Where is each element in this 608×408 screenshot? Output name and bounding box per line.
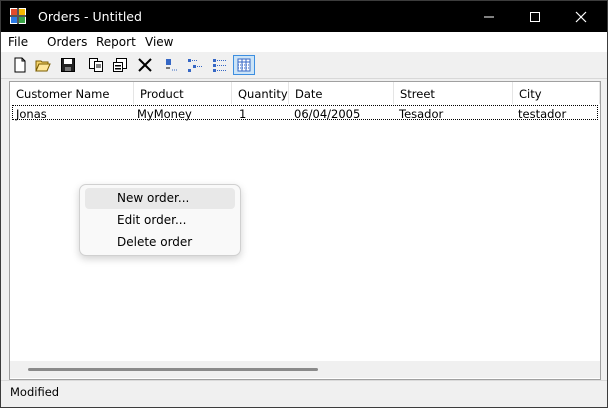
large-icons-button[interactable] — [162, 55, 182, 75]
details-button[interactable] — [233, 55, 255, 75]
close-button[interactable] — [558, 1, 604, 32]
main-window: Orders - Untitled File Orders Report Vie… — [0, 0, 608, 408]
column-product[interactable]: Product — [134, 82, 232, 104]
toolbar — [1, 52, 607, 79]
list-header: Customer Name Product Quantity Date Stre… — [10, 82, 600, 104]
menu-bar: File Orders Report View — [1, 32, 607, 52]
menu-file[interactable]: File — [8, 35, 28, 49]
menu-delete-order[interactable]: Delete order — [85, 232, 235, 253]
details-icon — [237, 58, 251, 72]
title-bar[interactable]: Orders - Untitled — [1, 1, 607, 32]
cell-product: MyMoney — [137, 107, 192, 121]
properties-button[interactable] — [110, 55, 130, 75]
delete-button[interactable] — [135, 55, 155, 75]
menu-view[interactable]: View — [145, 35, 173, 49]
cell-street: Tesador — [399, 107, 444, 121]
maximize-button[interactable] — [512, 1, 558, 32]
context-menu: New order... Edit order... Delete order — [79, 184, 241, 256]
minimize-icon — [484, 16, 494, 17]
small-icons-button[interactable] — [185, 55, 205, 75]
copy-button[interactable] — [86, 55, 106, 75]
column-street[interactable]: Street — [394, 82, 513, 104]
save-button[interactable] — [58, 55, 78, 75]
cell-date: 06/04/2005 — [294, 107, 361, 121]
menu-new-order[interactable]: New order... — [85, 188, 235, 209]
column-customer-name[interactable]: Customer Name — [10, 82, 134, 104]
menu-delete-order-label: Delete order — [117, 235, 193, 249]
new-icon — [14, 57, 26, 73]
column-city[interactable]: City — [513, 82, 600, 104]
minimize-button[interactable] — [466, 1, 512, 32]
status-bar: Modified — [1, 380, 607, 407]
menu-report[interactable]: Report — [96, 35, 136, 49]
column-quantity[interactable]: Quantity — [232, 82, 289, 104]
new-button[interactable] — [10, 55, 30, 75]
cell-city: testador — [518, 107, 567, 121]
window-title: Orders - Untitled — [38, 9, 142, 24]
cell-quantity: 1 — [239, 107, 247, 121]
save-icon — [61, 58, 75, 72]
column-date[interactable]: Date — [289, 82, 394, 104]
small-icons-icon — [188, 59, 202, 72]
list-icon — [213, 59, 227, 72]
open-icon — [35, 60, 51, 72]
close-icon — [575, 11, 587, 22]
menu-new-order-label: New order... — [117, 191, 190, 205]
app-icon — [10, 8, 26, 24]
copy-icon — [89, 58, 103, 72]
list-button[interactable] — [210, 55, 230, 75]
open-button[interactable] — [33, 55, 53, 75]
scrollbar-thumb[interactable] — [28, 368, 318, 371]
menu-orders[interactable]: Orders — [47, 35, 87, 49]
horizontal-scrollbar[interactable] — [10, 361, 600, 378]
status-text: Modified — [10, 385, 60, 399]
cell-customer-name: Jonas — [16, 107, 47, 121]
delete-icon — [138, 58, 152, 72]
large-icons-icon — [166, 59, 178, 71]
menu-edit-order-label: Edit order... — [117, 213, 187, 227]
maximize-icon — [530, 11, 540, 22]
menu-edit-order[interactable]: Edit order... — [85, 210, 235, 231]
properties-icon — [113, 58, 127, 72]
